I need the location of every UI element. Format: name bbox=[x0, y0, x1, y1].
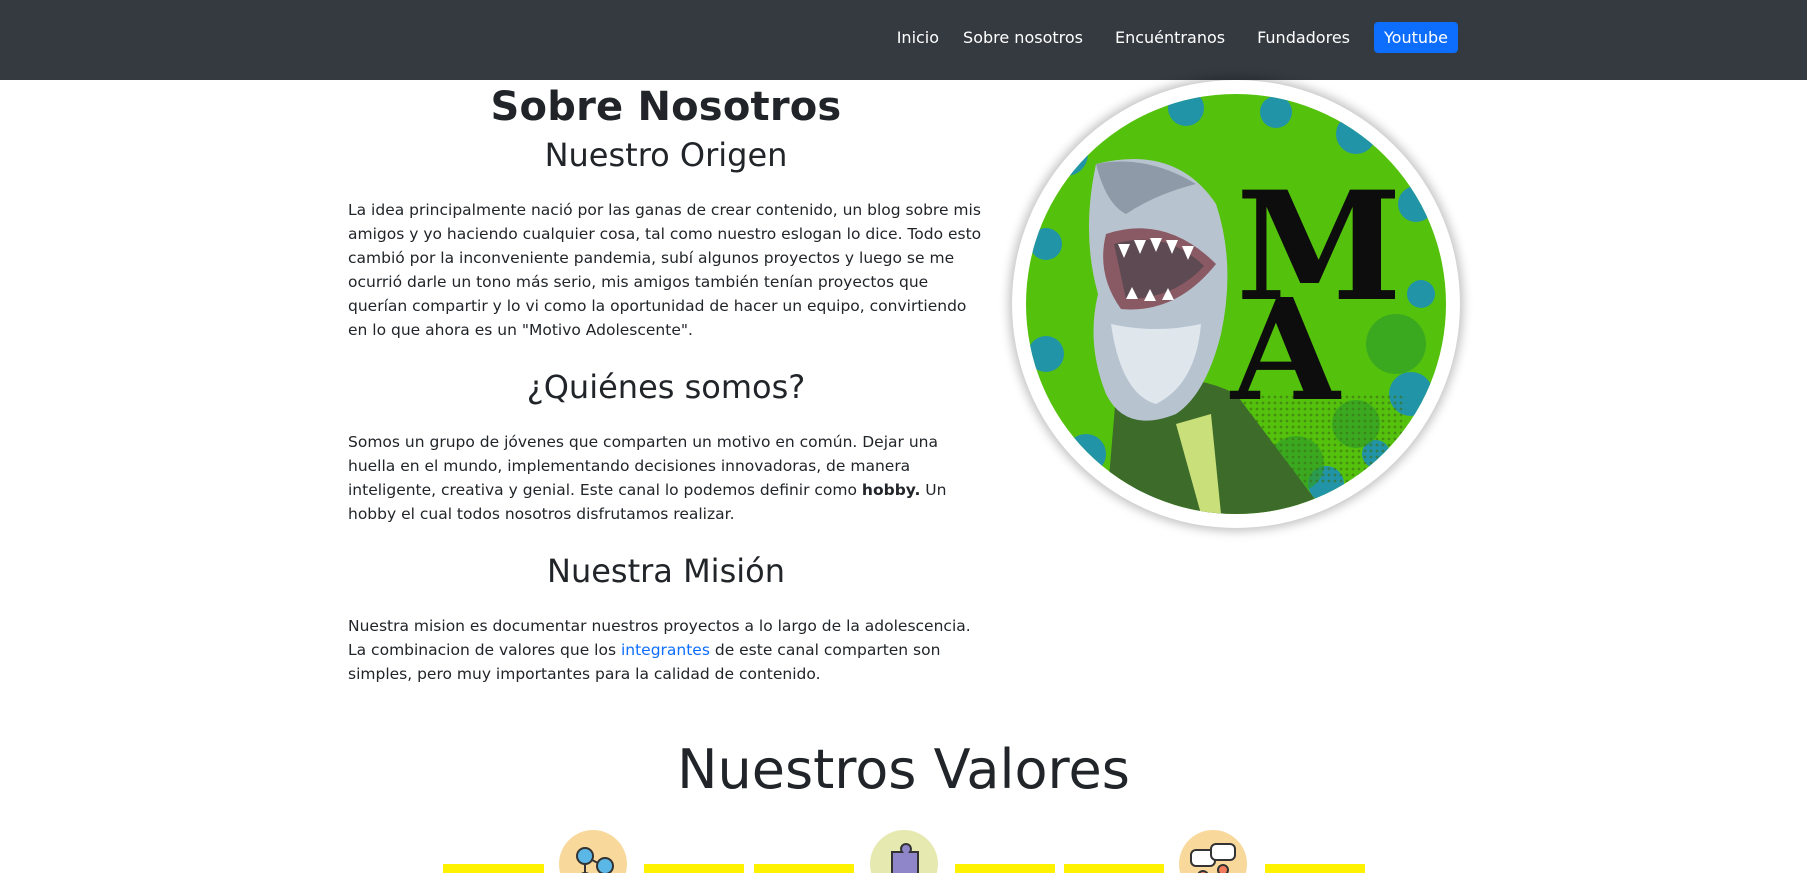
puzzle-icon bbox=[870, 830, 938, 873]
youtube-button[interactable]: Youtube bbox=[1374, 21, 1458, 53]
who-text: Somos un grupo de jóvenes que comparten … bbox=[348, 430, 984, 526]
navbar: Inicio Sobre nosotros Encuéntranos Funda… bbox=[0, 0, 1807, 80]
origin-text: La idea principalmente nació por las gan… bbox=[348, 201, 982, 339]
logo-image: M A bbox=[1026, 94, 1446, 514]
mission-text: Nuestra mision es documentar nuestros pr… bbox=[348, 614, 984, 686]
who-text-start: Somos un grupo de jóvenes que comparten … bbox=[348, 433, 938, 499]
mission-heading: Nuestra Misión bbox=[547, 552, 785, 590]
chat-bubbles-icon bbox=[1179, 830, 1247, 873]
value-bar bbox=[754, 864, 854, 873]
page-title: Sobre Nosotros bbox=[490, 84, 842, 130]
who-text-bold: hobby. bbox=[861, 481, 921, 499]
logo: M A bbox=[1012, 80, 1460, 528]
value-bar bbox=[1064, 864, 1164, 873]
integrantes-link[interactable]: integrantes bbox=[621, 641, 710, 659]
nav-links: Inicio Sobre nosotros Encuéntranos Funda… bbox=[897, 20, 1458, 54]
network-icon bbox=[559, 830, 627, 873]
nav-link-inicio[interactable]: Inicio bbox=[897, 28, 939, 47]
values-title: Nuestros Valores bbox=[677, 738, 1130, 801]
nav-link-sobre-nosotros[interactable]: Sobre nosotros bbox=[963, 28, 1083, 47]
value-bar bbox=[1265, 864, 1365, 873]
who-heading: ¿Quiénes somos? bbox=[526, 368, 806, 406]
nav-link-encuentranos[interactable]: Encuéntranos bbox=[1115, 28, 1225, 47]
nav-link-fundadores[interactable]: Fundadores bbox=[1257, 28, 1350, 47]
value-bar bbox=[443, 864, 544, 873]
origin-heading: Nuestro Origen bbox=[544, 136, 788, 174]
value-bar bbox=[644, 864, 744, 873]
logo-letter-a: A bbox=[1229, 269, 1342, 433]
about-section: Sobre Nosotros Nuestro Origen La idea pr… bbox=[348, 80, 984, 686]
logo-graphic: M A bbox=[1026, 94, 1446, 514]
value-bar bbox=[955, 864, 1055, 873]
